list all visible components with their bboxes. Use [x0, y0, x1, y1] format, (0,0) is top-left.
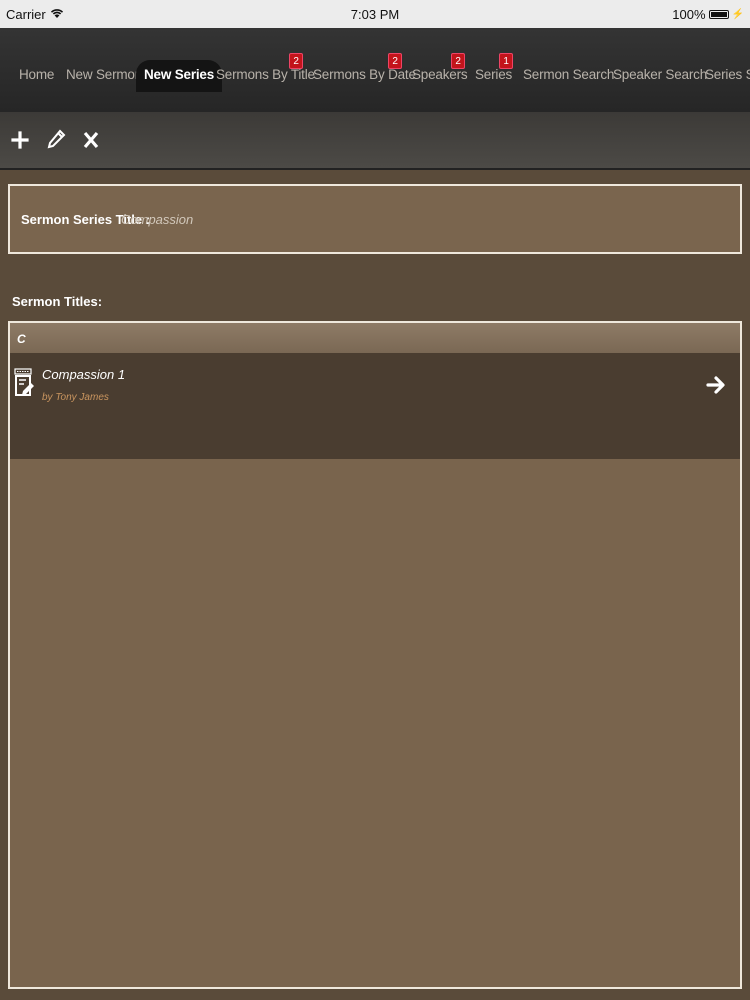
tab-home[interactable]: Home	[19, 60, 54, 90]
tab-series-search[interactable]: Series S	[705, 60, 750, 90]
tab-sermons-by-title[interactable]: Sermons By Title 2	[216, 53, 315, 90]
arrow-right-icon[interactable]	[706, 373, 726, 397]
toolbar	[0, 112, 750, 170]
badge-count: 1	[499, 53, 513, 69]
battery-icon	[708, 10, 729, 19]
tab-label: Speaker Search	[613, 67, 708, 82]
sermon-list: C Compassion 1 by Tony James	[8, 321, 742, 989]
tab-label: Series S	[705, 67, 750, 82]
x-icon[interactable]	[79, 128, 103, 152]
plus-icon[interactable]	[8, 128, 32, 152]
section-header: C	[10, 323, 740, 353]
tab-bar: Home New Sermon New Series Sermons By Ti…	[0, 28, 750, 112]
badge-count: 2	[388, 53, 402, 69]
tab-label: Home	[19, 67, 55, 82]
badge-count: 2	[289, 53, 303, 69]
sermon-title: Compassion 1	[42, 367, 126, 382]
series-title-value[interactable]: Compassion	[121, 212, 193, 227]
tab-label: Sermons By Title	[216, 67, 315, 82]
tab-label: Sermons By Date	[313, 67, 416, 82]
tab-series[interactable]: Series 1	[475, 53, 513, 90]
status-bar: Carrier 7:03 PM 100% ⚡	[0, 0, 750, 28]
list-item[interactable]: Compassion 1 by Tony James	[10, 353, 740, 459]
sermon-titles-label: Sermon Titles:	[12, 294, 103, 309]
tab-sermons-by-date[interactable]: Sermons By Date 2	[313, 53, 416, 90]
tab-speaker-search[interactable]: Speaker Search	[613, 60, 707, 90]
status-right: 100% ⚡	[672, 7, 744, 22]
tab-speakers[interactable]: Speakers 2	[412, 53, 468, 90]
tab-label: New Sermon	[66, 67, 143, 82]
tab-label: New Series	[144, 67, 215, 82]
status-time: 7:03 PM	[350, 7, 400, 22]
tab-sermon-search[interactable]: Sermon Search	[523, 60, 614, 90]
sermon-document-icon	[14, 367, 34, 401]
series-title-panel: Sermon Series Title : Compassion	[8, 184, 742, 254]
charging-icon: ⚡	[731, 9, 744, 20]
battery-percent: 100%	[672, 7, 706, 22]
sermon-speaker: by Tony James	[42, 392, 109, 403]
tab-new-series[interactable]: New Series	[136, 60, 223, 92]
tab-label: Sermon Search	[523, 67, 615, 82]
tab-new-sermon[interactable]: New Sermon	[66, 60, 142, 90]
pencil-icon[interactable]	[44, 128, 68, 152]
badge-count: 2	[451, 53, 465, 69]
